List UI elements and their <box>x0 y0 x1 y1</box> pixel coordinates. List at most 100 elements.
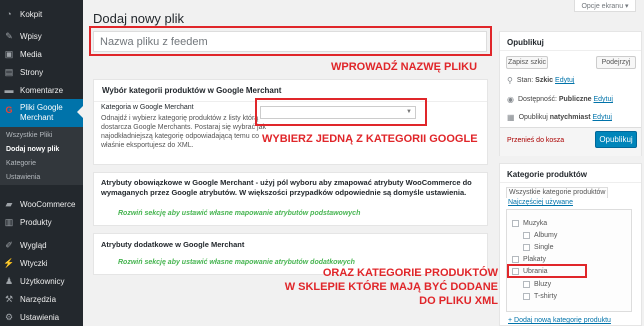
menu-label: Kokpit <box>20 9 43 19</box>
add-new-category-link[interactable]: + Dodaj nową kategorię produktu <box>508 317 611 324</box>
menu-item-comments[interactable]: ▬ Komentarze <box>0 81 83 99</box>
menu-label: Komentarze <box>20 85 64 95</box>
annotation-product-categories-3: DO PLIKU XML <box>419 295 498 307</box>
menu-item-dashboard[interactable]: ◔ Kokpit <box>0 5 83 23</box>
eye-icon: ◉ <box>507 95 514 104</box>
expand-additional-attributes[interactable]: Rozwiń sekcję aby ustawić własne mapowan… <box>118 259 355 266</box>
pin-icon: ⚲ <box>507 76 513 85</box>
expand-required-attributes[interactable]: Rozwiń sekcję aby ustawić własne mapowan… <box>118 210 360 217</box>
users-icon: ♟ <box>4 275 14 286</box>
pin-icon: ✎ <box>5 30 13 41</box>
menu-label: Pliki Google Merchant <box>20 103 63 123</box>
menu-item-pages[interactable]: ▤ Strony <box>0 63 83 81</box>
save-draft-button[interactable]: Zapisz szkic <box>506 56 548 69</box>
status-value: Szkic <box>535 77 554 84</box>
preview-button[interactable]: Podejrzyj <box>596 56 636 69</box>
category-item[interactable]: Muzyka <box>512 220 547 227</box>
submenu-all-files[interactable]: Wszystkie Pliki <box>6 132 52 139</box>
publish-date-value: natychmiast <box>549 114 591 121</box>
checkbox[interactable] <box>523 244 530 251</box>
submenu-settings[interactable]: Ustawienia <box>6 174 40 181</box>
category-description-4: właśnie eksportujesz do XML. <box>101 142 194 149</box>
menu-item-products[interactable]: ▥ Produkty <box>0 213 83 231</box>
menu-label: Wygląd <box>20 240 47 250</box>
menu-item-woocommerce[interactable]: ▰ WooCommerce <box>0 195 83 213</box>
status-label: Stan: <box>516 77 534 84</box>
menu-item-tools[interactable]: ⚒ Narzędzia <box>0 290 83 308</box>
menu-label-line2: Merchant <box>20 113 54 122</box>
menu-label: Narzędzia <box>20 294 57 304</box>
annotation-product-categories-2: W SKLEPIE KTÓRE MAJĄ BYĆ DODANE <box>284 281 498 293</box>
edit-status-link[interactable]: Edytuj <box>555 77 574 84</box>
checkbox[interactable] <box>523 281 530 288</box>
menu-label: Media <box>20 49 42 59</box>
visibility-row: ◉ Dostępność: Publiczne Edytuj <box>507 95 613 104</box>
publish-button[interactable]: Opublikuj <box>595 131 637 148</box>
category-description-3: najodkładniejszą kategorię odpowiadającą… <box>101 133 259 140</box>
menu-label: Produkty <box>20 217 52 227</box>
menu-item-users[interactable]: ♟ Użytkownicy <box>0 272 83 290</box>
settings-icon: ⚙ <box>4 311 14 322</box>
annotation-product-categories-1: ORAZ KATEGORIE PRODUKTÓW <box>322 267 498 279</box>
menu-label: Ustawienia <box>20 312 60 322</box>
menu-item-media[interactable]: ▣ Media <box>0 45 83 63</box>
checkbox[interactable] <box>523 232 530 239</box>
menu-item-appearance[interactable]: ✐ Wygląd <box>0 236 83 254</box>
woocommerce-icon: ▰ <box>5 198 13 209</box>
tab-all-categories[interactable]: Wszystkie kategorie produktów <box>509 189 605 196</box>
products-icon: ▥ <box>4 216 14 227</box>
category-description-1: Odnajdź i wybierz kategorię produktów z … <box>101 115 259 122</box>
media-icon: ▣ <box>4 48 14 59</box>
required-title-line1: Atrybuty obowiązkowe w Google Merchant -… <box>101 178 472 187</box>
category-label: Single <box>534 244 554 251</box>
menu-label: Wtyczki <box>20 258 48 268</box>
comments-icon: ▬ <box>4 84 14 95</box>
category-item[interactable]: Single <box>523 244 553 251</box>
edit-date-link[interactable]: Edytuj <box>593 114 612 121</box>
move-to-trash-link[interactable]: Przenieś do kosza <box>507 137 564 144</box>
dashboard-icon: ◔ <box>6 8 12 19</box>
menu-label: Strony <box>20 67 44 77</box>
additional-attributes-title[interactable]: Atrybuty dodatkowe w Google Merchant <box>101 240 244 249</box>
checkbox[interactable] <box>523 293 530 300</box>
screen-options-button[interactable]: Opcje ekranu ▾ <box>574 0 636 12</box>
category-item[interactable]: Albumy <box>523 232 557 239</box>
checkbox[interactable] <box>512 256 519 263</box>
product-categories-title[interactable]: Kategorie produktów <box>507 170 587 179</box>
category-item[interactable]: Bluzy <box>523 281 551 288</box>
annotation-box-category <box>507 264 587 278</box>
category-description-2: dostarcza Google Merchants. Postaraj się… <box>101 124 266 131</box>
divider <box>500 50 641 51</box>
category-field-label: Kategoria w Google Merchant <box>101 104 194 111</box>
category-item[interactable]: Plakaty <box>512 256 546 263</box>
visibility-value: Publiczne <box>558 96 592 103</box>
category-label: Albumy <box>534 232 558 239</box>
menu-item-posts[interactable]: ✎ Wpisy <box>0 27 83 45</box>
tab-popular-categories[interactable]: Najczęściej używane <box>508 199 573 206</box>
menu-item-settings[interactable]: ⚙ Ustawienia <box>0 308 83 326</box>
submenu-add-new[interactable]: Dodaj nowy plik <box>6 146 59 153</box>
required-title-line2: wymaganych przez Google atrybutów. W wię… <box>101 188 467 197</box>
edit-visibility-link[interactable]: Edytuj <box>594 96 613 103</box>
menu-label: WooCommerce <box>20 199 76 209</box>
menu-label: Wpisy <box>20 31 42 41</box>
divider <box>500 182 641 183</box>
current-arrow <box>77 106 83 118</box>
menu-item-plugins[interactable]: ⚡ Wtyczki <box>0 254 83 272</box>
annotation-choose-category: WYBIERZ JEDNĄ Z KATEGORII GOOGLE <box>262 133 478 145</box>
pages-icon: ▤ <box>4 66 14 77</box>
category-label: Bluzy <box>534 281 552 288</box>
admin-sidebar: ◔ Kokpit ✎ Wpisy ▣ Media ▤ Strony ▬ Kome… <box>0 0 83 326</box>
annotation-box-select <box>255 98 427 126</box>
checkbox[interactable] <box>512 220 519 227</box>
status-row: ⚲ Stan: Szkic Edytuj <box>507 76 575 85</box>
required-attributes-title[interactable]: Atrybuty obowiązkowe w Google Merchant -… <box>101 178 481 198</box>
publish-box-title[interactable]: Opublikuj <box>507 38 544 47</box>
visibility-label: Dostępność: <box>517 96 557 103</box>
submenu: Wszystkie Pliki Dodaj nowy plik Kategori… <box>0 127 83 185</box>
category-label: Muzyka <box>523 220 548 227</box>
category-item[interactable]: T-shirty <box>523 293 557 300</box>
appearance-icon: ✐ <box>5 239 13 250</box>
menu-label: Użytkownicy <box>20 276 65 286</box>
submenu-categories[interactable]: Kategorie <box>6 160 36 167</box>
